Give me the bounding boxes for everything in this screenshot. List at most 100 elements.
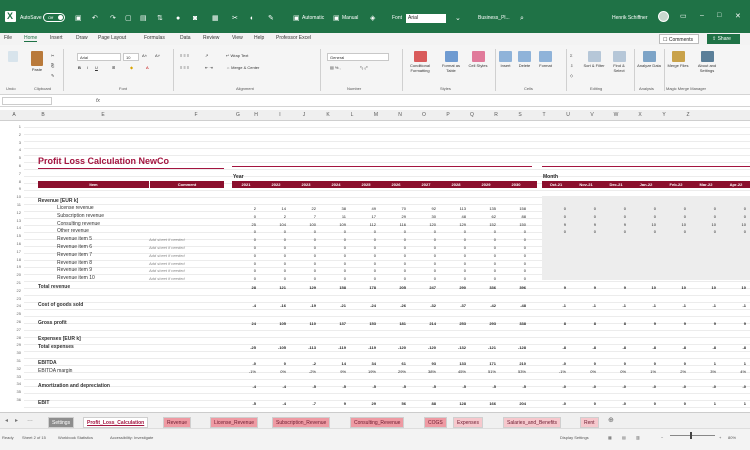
year-value-cell[interactable]: 56 <box>384 401 406 406</box>
year-value-cell[interactable]: 9% <box>324 369 346 374</box>
year-value-cell[interactable]: 166 <box>474 401 496 406</box>
tab-settings[interactable]: Settings <box>48 417 75 428</box>
month-value-cell[interactable]: 10 <box>664 222 686 227</box>
year-value-cell[interactable]: 152 <box>474 222 496 227</box>
month-value-cell[interactable]: 1 <box>724 401 746 406</box>
month-value-cell[interactable]: 0 <box>604 214 626 219</box>
year-value-cell[interactable]: 0 <box>414 261 436 266</box>
conditional-formatting-button[interactable]: Conditional Formatting <box>405 51 435 73</box>
menu-insert[interactable]: Insert <box>50 35 63 41</box>
row-header[interactable]: 32 <box>0 366 24 371</box>
row-header[interactable]: 35 <box>0 389 24 394</box>
zoom-level[interactable]: 80% <box>728 435 736 440</box>
year-value-cell[interactable]: -5 <box>504 384 526 389</box>
year-value-cell[interactable]: -105 <box>264 345 286 350</box>
year-value-cell[interactable]: 121 <box>264 285 286 290</box>
menu-review[interactable]: Review <box>203 35 219 41</box>
year-value-cell[interactable]: -5 <box>354 384 376 389</box>
month-value-cell[interactable]: 0 <box>724 206 746 211</box>
row-comment[interactable]: Add sheet if needed <box>149 253 185 258</box>
month-value-cell[interactable]: 9 <box>574 222 596 227</box>
year-value-cell[interactable]: 0 <box>234 268 256 273</box>
tab-license-revenue[interactable]: License_Revenue <box>210 417 259 428</box>
minimize-icon[interactable]: – <box>700 12 704 19</box>
menu-view[interactable]: View <box>232 35 243 41</box>
row-label[interactable]: Revenue item 7 <box>57 252 92 258</box>
month-value-cell[interactable]: 0 <box>694 229 716 234</box>
sort-filter-button[interactable]: Sort & Filter <box>583 51 605 68</box>
row-label[interactable]: Gross profit <box>38 320 67 326</box>
year-value-cell[interactable]: 338 <box>504 321 526 326</box>
column-header[interactable]: X <box>630 112 650 118</box>
year-value-cell[interactable]: 0 <box>474 253 496 258</box>
year-value-cell[interactable]: 28 <box>234 285 256 290</box>
year-value-cell[interactable]: -48 <box>504 303 526 308</box>
row-header[interactable]: 14 <box>0 225 24 230</box>
year-value-cell[interactable]: 0 <box>504 237 526 242</box>
undo-button[interactable] <box>8 51 18 63</box>
year-value-cell[interactable]: 0 <box>264 268 286 273</box>
format-cells-button[interactable]: Format <box>539 51 552 68</box>
year-value-cell[interactable]: 88 <box>414 401 436 406</box>
year-value-cell[interactable]: 0 <box>444 253 466 258</box>
month-value-cell[interactable]: 0 <box>604 361 626 366</box>
month-value-cell[interactable]: 8 <box>604 321 626 326</box>
year-value-cell[interactable]: 88 <box>504 214 526 219</box>
year-value-cell[interactable]: 24 <box>234 321 256 326</box>
menu-help[interactable]: Help <box>254 35 264 41</box>
column-header[interactable]: B <box>33 112 53 118</box>
year-value-cell[interactable]: -5 <box>294 384 316 389</box>
year-value-cell[interactable]: 0 <box>234 237 256 242</box>
year-value-cell[interactable]: 0 <box>264 361 286 366</box>
year-value-cell[interactable]: 0 <box>324 245 346 250</box>
year-value-cell[interactable]: 34 <box>354 361 376 366</box>
month-value-cell[interactable]: 1 <box>724 361 746 366</box>
year-value-cell[interactable]: 0 <box>414 229 436 234</box>
column-header[interactable]: V <box>582 112 602 118</box>
year-value-cell[interactable]: -119 <box>324 345 346 350</box>
month-value-cell[interactable]: 9 <box>634 321 656 326</box>
file-name[interactable]: Business_Pl... <box>478 15 510 21</box>
zoom-slider[interactable] <box>670 435 715 436</box>
year-value-cell[interactable]: 205 <box>384 285 406 290</box>
year-value-cell[interactable]: 0 <box>384 268 406 273</box>
menu-page-layout[interactable]: Page Layout <box>98 35 126 41</box>
month-value-cell[interactable]: 0 <box>574 214 596 219</box>
column-header[interactable]: R <box>486 112 506 118</box>
redo-icon[interactable]: ↷ <box>110 15 116 22</box>
year-value-cell[interactable]: 7 <box>294 214 316 219</box>
month-value-cell[interactable]: 0 <box>724 214 746 219</box>
year-value-cell[interactable]: -0 <box>234 361 256 366</box>
month-value-cell[interactable]: 1% <box>634 369 656 374</box>
format-painter-icon[interactable]: ✎ <box>51 73 54 78</box>
year-value-cell[interactable]: -32 <box>414 303 436 308</box>
month-value-cell[interactable]: 0 <box>634 361 656 366</box>
year-value-cell[interactable]: 0 <box>264 229 286 234</box>
menu-data[interactable]: Data <box>180 35 191 41</box>
month-value-cell[interactable]: 0% <box>604 369 626 374</box>
year-value-cell[interactable]: 150 <box>504 222 526 227</box>
year-value-cell[interactable]: 0 <box>504 276 526 281</box>
year-value-cell[interactable]: 0 <box>504 245 526 250</box>
row-header[interactable]: 6 <box>0 163 24 168</box>
year-value-cell[interactable]: 0 <box>504 261 526 266</box>
year-value-cell[interactable]: 49 <box>354 206 376 211</box>
month-value-cell[interactable]: 10 <box>724 222 746 227</box>
year-value-cell[interactable]: -26 <box>384 303 406 308</box>
year-value-cell[interactable]: -4 <box>234 303 256 308</box>
month-value-cell[interactable]: 0 <box>694 206 716 211</box>
year-value-cell[interactable]: 0 <box>294 276 316 281</box>
row-header[interactable]: 17 <box>0 249 24 254</box>
year-value-cell[interactable]: 110 <box>294 321 316 326</box>
row-label[interactable]: License revenue <box>57 205 94 211</box>
month-value-cell[interactable]: -0 <box>694 384 716 389</box>
month-value-cell[interactable]: 0% <box>574 369 596 374</box>
year-value-cell[interactable]: 0 <box>384 261 406 266</box>
month-value-cell[interactable]: 9 <box>544 222 566 227</box>
column-header[interactable]: M <box>366 112 386 118</box>
year-value-cell[interactable]: 100 <box>294 222 316 227</box>
row-header[interactable]: 11 <box>0 202 24 207</box>
month-value-cell[interactable]: -0 <box>574 384 596 389</box>
year-value-cell[interactable]: 120 <box>414 222 436 227</box>
month-value-cell[interactable]: -0 <box>664 384 686 389</box>
